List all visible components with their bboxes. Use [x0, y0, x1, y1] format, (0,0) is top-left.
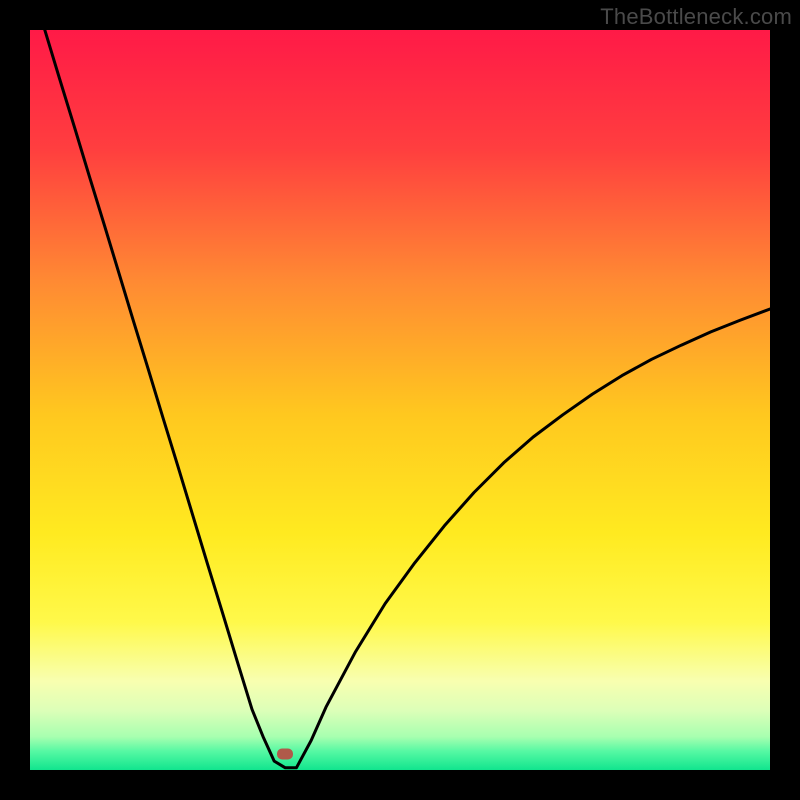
bottleneck-curve [30, 30, 770, 770]
plot-area [30, 30, 770, 770]
chart-frame: TheBottleneck.com [0, 0, 800, 800]
watermark-text: TheBottleneck.com [600, 4, 792, 30]
optimal-point-marker [277, 748, 293, 759]
